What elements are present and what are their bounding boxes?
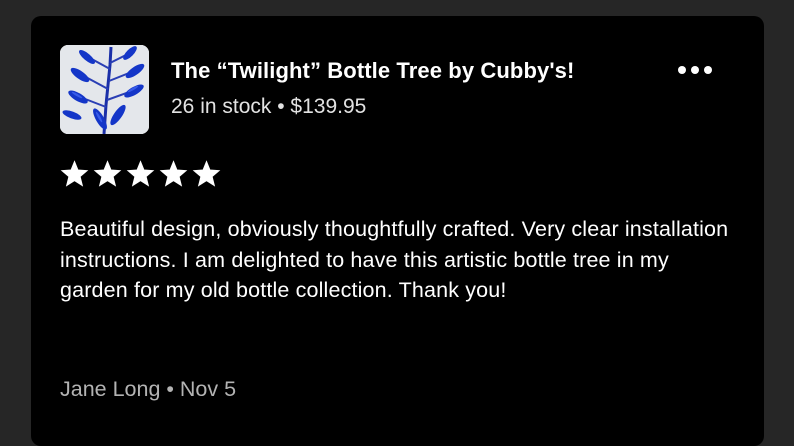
star-rating	[60, 160, 221, 188]
more-options-icon-dot	[704, 66, 712, 74]
star-icon	[192, 160, 221, 187]
star-icon	[60, 160, 89, 187]
listing-title[interactable]: The “Twilight” Bottle Tree by Cubby's!	[171, 58, 574, 84]
more-options-button[interactable]	[671, 56, 719, 84]
more-options-icon-dot	[691, 66, 699, 74]
bottle-tree-image	[60, 45, 149, 134]
star-icon	[93, 160, 122, 187]
product-thumbnail[interactable]	[60, 45, 149, 134]
star-icon	[126, 160, 155, 187]
review-text: Beautiful design, obviously thoughtfully…	[60, 217, 729, 302]
review-card: The “Twilight” Bottle Tree by Cubby's! 2…	[31, 16, 764, 446]
stock-and-price: 26 in stock • $139.95	[171, 95, 367, 118]
star-icon	[159, 160, 188, 187]
more-options-icon	[678, 66, 686, 74]
reviewer-and-date: Jane Long • Nov 5	[60, 377, 237, 401]
